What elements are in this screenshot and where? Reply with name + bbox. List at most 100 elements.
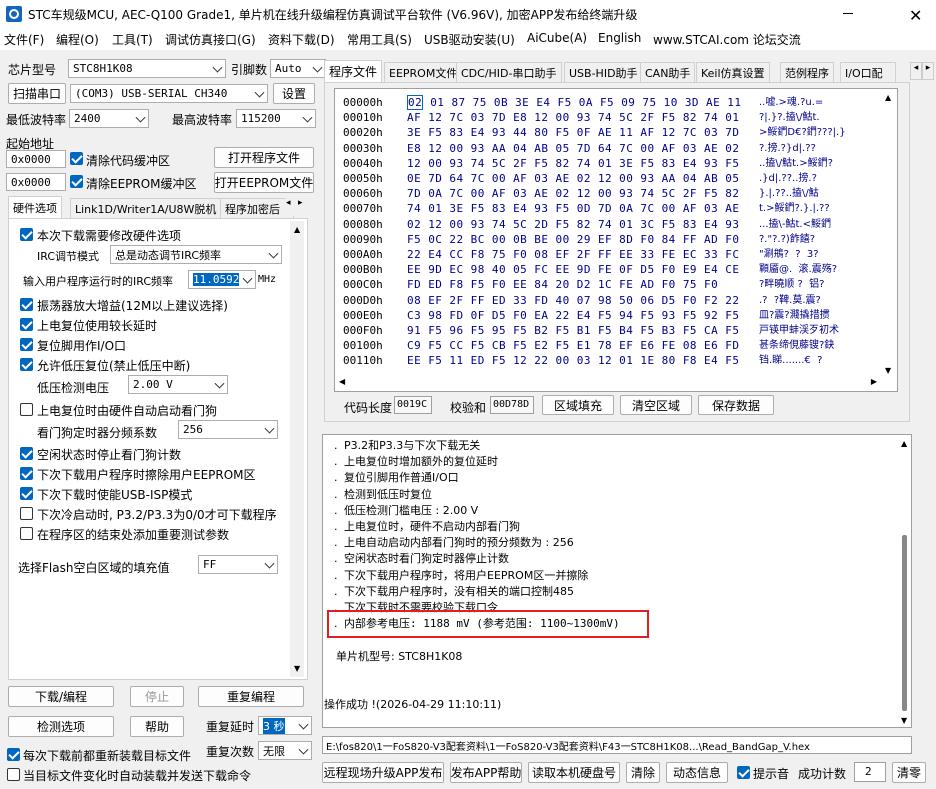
tab-hardware-options[interactable]: 硬件选项 [8,196,62,218]
beep-checkbox[interactable] [737,766,750,779]
max-baud-select[interactable]: 115200 [236,109,316,128]
hex-address: 000C0h [343,278,383,292]
reload-file-checkbox[interactable] [7,748,20,761]
eeprom-addr-field[interactable]: 0x0000 [6,173,66,191]
clear-code-checkbox[interactable] [70,152,83,165]
tab-link1d[interactable]: Link1D/Writer1A/U8W脱机 [70,198,222,218]
tab-usb-hid[interactable]: USB-HID助手 [564,62,643,82]
pins-select[interactable]: Auto [270,59,326,78]
reset-io-checkbox[interactable] [20,338,33,351]
long-reset-checkbox[interactable] [20,318,33,331]
dynamic-info-button[interactable]: 动态信息 [666,762,728,783]
tab-encrypt[interactable]: 程序加密后 [220,198,294,218]
tab-eeprom-file[interactable]: EEPROM文件 [384,62,463,82]
help-button[interactable]: 帮助 [130,716,184,737]
menu-download[interactable]: 资料下载(D) [268,31,335,48]
log-scroll-thumb[interactable] [902,535,907,711]
clear-eeprom-checkbox[interactable] [70,175,83,188]
log-line: . 低压检测门槛电压 : 2.00 V [334,503,479,517]
log-scrollbar[interactable]: ▲ ▼ [898,435,911,727]
tab-io-config[interactable]: I/O口配 [840,62,896,82]
download-program-button[interactable]: 下载/编程 [8,686,114,707]
erase-eeprom-checkbox[interactable] [20,467,33,480]
irc-freq-label: 输入用户程序运行时的IRC频率 [23,275,174,288]
tab-can[interactable]: CAN助手 [640,62,696,82]
menu-file[interactable]: 文件(F) [4,31,44,48]
hex-ascii: ?|.}?.搕\/鮕t. [759,112,820,124]
save-data-button[interactable]: 保存数据 [698,395,774,415]
remote-upgrade-button[interactable]: 远程现场升级APP发布 [322,762,444,783]
min-baud-select[interactable]: 2400 [69,109,149,128]
log-text: 检测到低压时复位 [344,487,432,501]
check-options-button[interactable]: 检测选项 [8,716,114,737]
clear-count-button[interactable]: 清零 [892,762,926,783]
menu-forum[interactable]: www.STCAI.com 论坛交流 [653,31,801,48]
wdt-div-label: 看门狗定时器分频系数 [37,426,158,440]
repeat-count-select[interactable]: 无限 [258,741,312,760]
port-select[interactable]: (COM3) USB-SERIAL CH340 [70,84,268,103]
right-tab-scroll-right[interactable]: ▸ [922,62,934,80]
minimize-button[interactable] [830,0,866,28]
tab-cdc-hid[interactable]: CDC/HID-串口助手 [456,62,562,82]
tab-scroll-right[interactable]: ▸ [298,198,308,216]
start-addr-field[interactable]: 0x0000 [6,150,66,168]
code-length-label: 代码长度 [344,401,393,415]
modify-hw-checkbox[interactable] [20,228,33,241]
options-scrollbar[interactable]: ▲ ▼ [290,221,304,677]
chip-model-select[interactable]: STC8H1K08 [68,59,226,78]
auto-wdt-checkbox[interactable] [20,403,33,416]
wdt-div-select[interactable]: 256 [178,420,278,439]
scan-port-button[interactable]: 扫描串口 [8,83,66,104]
log-text: 复位引脚用作普通I/O口 [344,471,459,485]
menu-usb-driver[interactable]: USB驱动安装(U) [424,31,515,48]
menu-common-tools[interactable]: 常用工具(S) [347,31,412,48]
hex-ascii: .? ?鞞.莫.震? [759,294,821,306]
open-eeprom-file-button[interactable]: 打开EEPROM文件 [214,172,314,193]
menu-program[interactable]: 编程(O) [56,31,99,48]
lvd-voltage-label: 低压检测电压 [37,381,110,395]
menu-english[interactable]: English [598,31,641,45]
osc-gain-checkbox[interactable] [20,298,33,311]
menu-tools[interactable]: 工具(T) [112,31,153,48]
close-button[interactable]: ✕ [890,0,930,28]
stop-button[interactable]: 停止 [130,686,184,707]
read-disk-id-button[interactable]: 读取本机硬盘号 [528,762,620,783]
idle-wdt-checkbox[interactable] [20,447,33,460]
tab-examples[interactable]: 范例程序 [780,62,834,82]
lvd-reset-checkbox[interactable] [20,358,33,371]
tab-scroll-left[interactable]: ◂ [286,198,296,216]
fill-value-select[interactable]: FF [198,555,278,574]
lvd-voltage-select[interactable]: 2.00 V [128,375,228,394]
publish-help-button[interactable]: 发布APP帮助 [450,762,522,783]
right-tab-strip: 程序文件 EEPROM文件 CDC/HID-串口助手 USB-HID助手 CAN… [324,60,910,82]
clear-area-button[interactable]: 清空区域 [620,395,692,415]
menu-debug[interactable]: 调试仿真接口(G) [165,31,256,48]
repeat-delay-select[interactable]: 3 秒 [258,716,312,735]
clear-log-button[interactable]: 清除 [626,762,660,783]
open-program-file-button[interactable]: 打开程序文件 [214,147,314,168]
fill-area-button[interactable]: 区域填充 [542,395,614,415]
hex-address: 00000h [343,96,383,109]
menu-aicube[interactable]: AiCube(A) [527,31,587,45]
reprogram-button[interactable]: 重复编程 [198,686,304,707]
hex-view[interactable]: 00000h 02 01 87 75 0B 3E E4 F5 0A F5 09 7… [334,88,898,392]
hex-hscroll[interactable]: ◀ ▶ [335,375,881,391]
add-test-params-checkbox[interactable] [20,527,33,540]
settings-button[interactable]: 设置 [273,83,315,104]
usb-isp-checkbox[interactable] [20,487,33,500]
irc-mode-select[interactable]: 总是动态调节IRC频率 [110,245,282,264]
irc-freq-select[interactable]: 11.0592 [188,270,256,289]
hex-vscroll[interactable]: ▲ ▼ [881,89,897,377]
right-tab-scroll-left[interactable]: ◂ [910,62,922,80]
hex-ascii: }.|.??..搕\/鮕 [759,188,819,200]
fill-value-value: FF [203,558,217,571]
log-line: . P3.2和P3.3与下次下载无关 [334,439,481,452]
log-text: 下次下载用户程序时，将用户EEPROM区一并擦除 [344,568,589,582]
title-bar: STC车规级MCU, AEC-Q100 Grade1, 单片机在线升级编程仿真调… [0,0,936,28]
hex-bytes: 7D 0A 7C 00 AF 03 AE 02 12 00 93 74 5C 2… [407,187,740,201]
cold-start-checkbox[interactable] [20,507,33,520]
hex-address: 00030h [343,141,383,155]
tab-keil[interactable]: Keil仿真设置 [696,62,770,82]
tab-program-file[interactable]: 程序文件 [324,60,383,82]
auto-send-checkbox[interactable] [7,768,20,781]
